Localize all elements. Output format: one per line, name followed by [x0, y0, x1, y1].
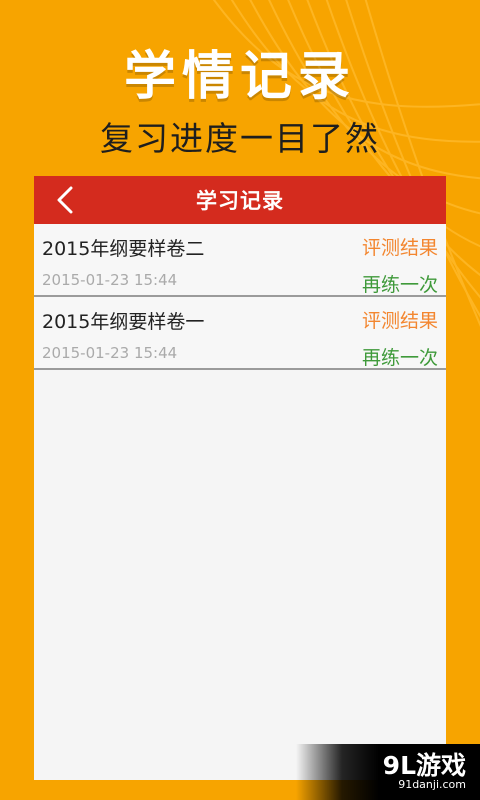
record-row: 2015年纲要样卷二 2015-01-23 15:44 评测结果 再练一次: [34, 224, 446, 297]
retry-link[interactable]: 再练一次: [362, 270, 438, 297]
record-date: 2015-01-23 15:44: [42, 271, 178, 289]
titlebar: 学习记录: [34, 176, 446, 224]
site-watermark: 9L游戏 91danji.com: [296, 744, 480, 800]
view-result-link[interactable]: 评测结果: [362, 306, 438, 333]
chevron-left-icon: [57, 186, 73, 214]
retry-link[interactable]: 再练一次: [362, 343, 438, 370]
promo-subheadline: 复习进度一目了然: [100, 119, 380, 158]
record-name: 2015年纲要样卷二: [42, 238, 205, 260]
promo-headline: 学情记录: [123, 47, 356, 107]
app-screen: 学习记录 2015年纲要样卷二 2015-01-23 15:44 评测结果 再练…: [34, 176, 446, 780]
screen-title: 学习记录: [196, 189, 284, 213]
view-result-link[interactable]: 评测结果: [362, 233, 438, 260]
record-row: 2015年纲要样卷一 2015-01-23 15:44 评测结果 再练一次: [34, 297, 446, 370]
record-date: 2015-01-23 15:44: [42, 344, 178, 362]
back-button[interactable]: [48, 184, 82, 216]
watermark-brand: 9L游戏: [382, 750, 466, 780]
record-name: 2015年纲要样卷一: [42, 311, 205, 333]
